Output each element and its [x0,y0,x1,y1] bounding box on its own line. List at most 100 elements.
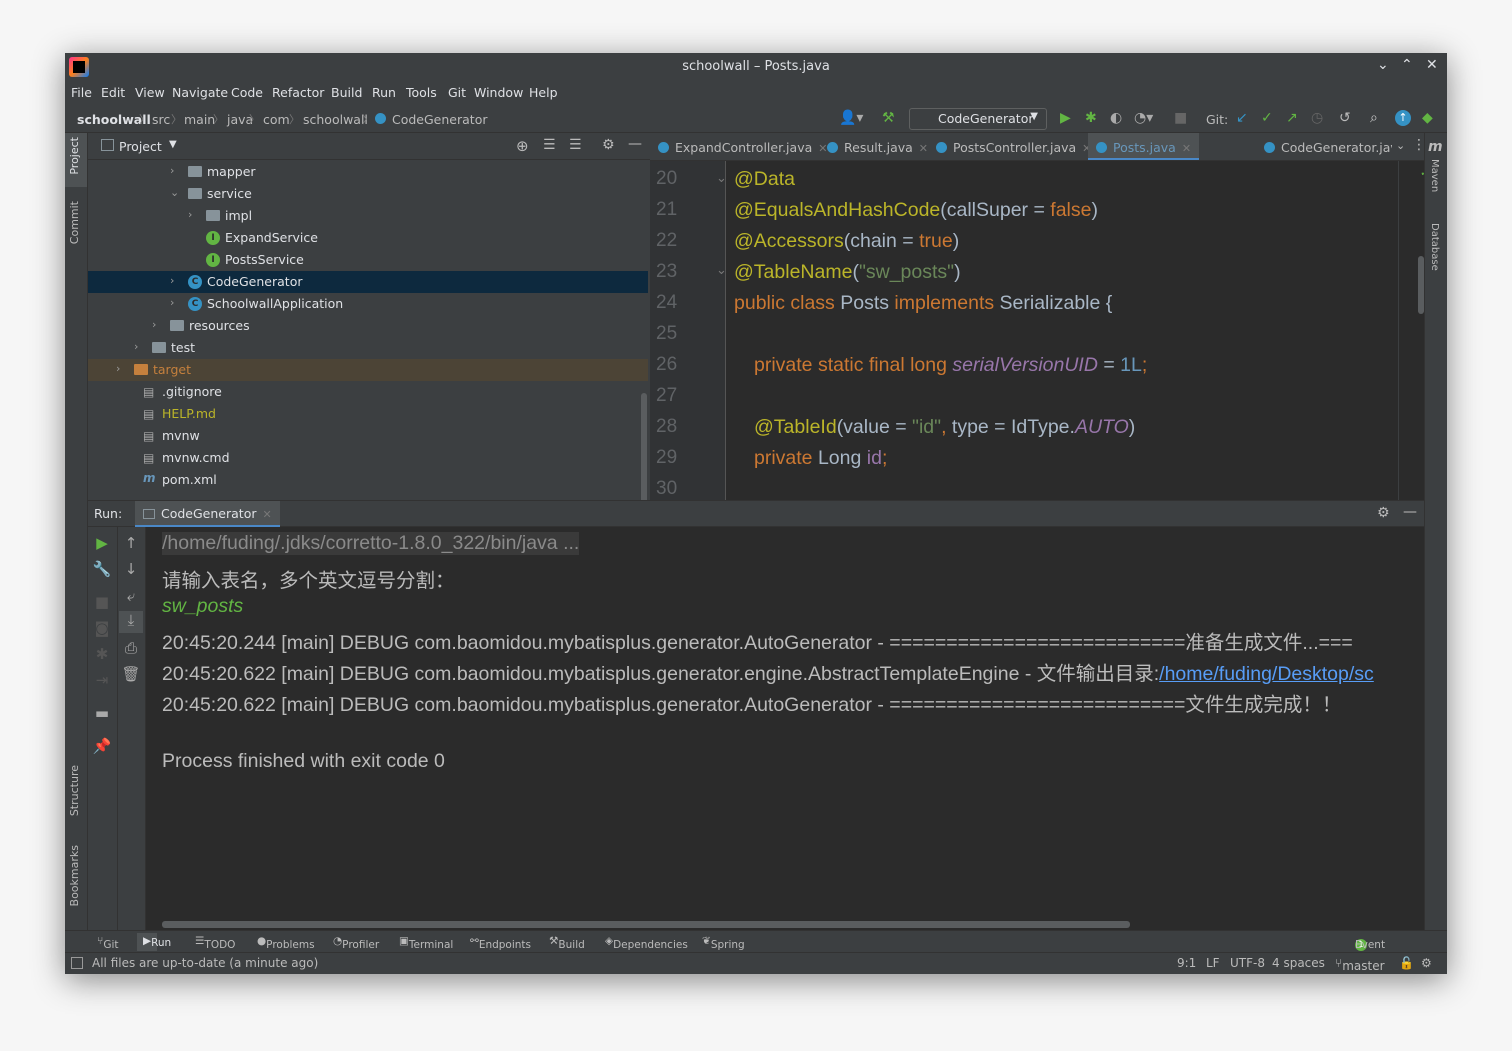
expand-all-icon[interactable]: ☰ [543,137,556,153]
fold-icon[interactable]: ⌄ [716,263,727,278]
menu-file[interactable]: File [71,85,92,100]
tree-item-gitignore[interactable]: ▤ .gitignore [88,381,648,403]
git-branch[interactable]: ⑂ master [1335,956,1385,973]
inspection-ok-icon[interactable]: ✓1 [1420,166,1424,179]
tree-item-resources[interactable]: › resources [88,315,648,337]
output-dir-link[interactable]: /home/fuding/Desktop/sc [1159,663,1374,685]
history-icon[interactable]: ◷ [1311,110,1323,126]
stop-icon[interactable]: ■ [92,593,112,611]
maximize-icon[interactable]: ⌃ [1401,57,1413,73]
soft-wrap-icon[interactable]: ⤶ [121,587,141,605]
breadcrumb-schoolwall[interactable]: schoolwall [303,112,368,127]
tree-item-test[interactable]: › test [88,337,648,359]
tree-item-help-md[interactable]: ▤ HELP.md [88,403,648,425]
file-encoding[interactable]: UTF-8 [1230,956,1265,970]
arrow-down-icon[interactable]: ↓ [121,560,141,578]
locate-icon[interactable]: ⊕ [516,137,529,155]
chevron-right-icon[interactable]: › [134,340,138,353]
line-separator[interactable]: LF [1206,956,1220,970]
database-tool-button[interactable]: Database [1429,223,1440,271]
debug-settings-icon[interactable]: ✱ [92,645,112,663]
structure-tool-button[interactable]: Structure [68,765,81,816]
trash-icon[interactable]: 🗑 [121,665,141,683]
tool-run[interactable]: ▶ Run [137,933,171,951]
build-hammer-icon[interactable]: ⚒ [882,110,895,126]
tool-dependencies[interactable]: ◈ Dependencies [605,935,688,951]
close-icon[interactable]: ✕ [919,142,928,155]
tree-item-expandservice[interactable]: I ExpandService [88,227,648,249]
plugin-icon[interactable]: ◆ [1422,110,1433,126]
gear-icon[interactable]: ⚙ [602,137,615,153]
git-update-icon[interactable]: ↙ [1236,110,1248,126]
chevron-right-icon[interactable]: › [188,208,192,221]
scroll-to-end-icon[interactable]: ⤓ [119,611,143,633]
debug-icon[interactable]: ✱ [1085,110,1097,126]
tab-result[interactable]: Result.java ✕ [827,133,928,160]
user-icon[interactable]: 👤▾ [839,110,863,126]
tool-profiler[interactable]: ◔ Profiler [333,935,379,951]
tree-item-impl[interactable]: › impl [88,205,648,227]
chevron-right-icon[interactable]: › [170,274,174,287]
tree-item-pom-xml[interactable]: m pom.xml [88,469,648,491]
run-tab-codegenerator[interactable]: CodeGenerator ✕ [135,501,280,528]
chevron-right-icon[interactable]: › [170,296,174,309]
caret-position[interactable]: 9:1 [1177,956,1196,970]
commit-tool-button[interactable]: Commit [68,201,81,244]
update-icon[interactable]: ↑ [1395,110,1411,126]
breadcrumb-codegenerator[interactable]: CodeGenerator [392,112,487,127]
chevron-down-icon[interactable]: ⌄ [170,186,179,199]
tool-problems[interactable]: ● Problems [257,935,315,951]
breadcrumb-com[interactable]: com [263,112,290,127]
run-configuration-select[interactable]: CodeGenerator ▼ [909,108,1047,130]
more-icon[interactable]: ⋮ [1410,137,1424,153]
tree-item-mvnw-cmd[interactable]: ▤ mvnw.cmd [88,447,648,469]
close-icon[interactable]: ✕ [1182,142,1191,155]
chevron-right-icon[interactable]: › [170,164,174,177]
project-tool-button[interactable]: Project [68,137,81,175]
tool-git[interactable]: ⑂ Git [97,935,118,951]
tab-posts[interactable]: Posts.java ✕ [1088,133,1200,160]
rerun-icon[interactable]: ▶ [92,534,112,552]
menu-help[interactable]: Help [529,85,558,100]
maven-tool-button[interactable]: Maven [1429,159,1440,192]
tree-item-mapper[interactable]: › mapper [88,161,648,183]
tree-item-mvnw[interactable]: ▤ mvnw [88,425,648,447]
camera-icon[interactable]: ◙ [92,619,112,637]
chevron-right-icon[interactable]: › [152,318,156,331]
menu-build[interactable]: Build [331,85,362,100]
pin-icon[interactable]: 📌 [92,737,112,755]
indent-setting[interactable]: 4 spaces [1272,956,1325,970]
tool-build[interactable]: ⚒ Build [549,935,585,951]
hide-icon[interactable]: — [628,136,642,152]
tree-item-codegenerator[interactable]: › C CodeGenerator [88,271,648,293]
editor-scrollbar[interactable] [1418,256,1424,314]
git-commit-icon[interactable]: ✓ [1261,110,1273,126]
toggle-tool-windows-icon[interactable] [71,957,83,969]
tree-item-schoolwallapplication[interactable]: › C SchoolwallApplication [88,293,648,315]
collapse-all-icon[interactable]: ☰ [569,137,582,153]
console-scrollbar[interactable] [162,921,1130,928]
run-icon[interactable]: ▶ [1060,110,1071,126]
tree-item-target[interactable]: › target [88,359,648,381]
menu-code[interactable]: Code [231,85,263,100]
fold-icon[interactable]: ⌄ [716,171,727,186]
search-icon[interactable]: ⌕ [1370,110,1378,126]
stop-icon[interactable]: ■ [1174,110,1187,126]
project-scrollbar[interactable] [641,393,647,500]
menu-edit[interactable]: Edit [101,85,125,100]
print-icon[interactable]: ⎙ [121,639,141,657]
menu-refactor[interactable]: Refactor [272,85,324,100]
minimize-icon[interactable]: ⌄ [1377,57,1389,73]
close-icon[interactable]: ✕ [262,508,271,521]
lock-icon[interactable]: 🔓 [1399,956,1414,970]
coverage-icon[interactable]: ◐ [1110,110,1122,126]
profile-icon[interactable]: ◔▾ [1134,110,1153,126]
layout-icon[interactable]: ▬ [92,704,112,722]
chevron-right-icon[interactable]: › [116,362,120,375]
memory-indicator-icon[interactable]: ⚙ [1421,956,1432,970]
breadcrumb-src[interactable]: src [152,112,170,127]
rollback-icon[interactable]: ↺ [1339,110,1351,126]
git-push-icon[interactable]: ↗ [1286,110,1298,126]
close-icon[interactable]: ✕ [1426,57,1438,73]
exit-icon[interactable]: ⇥ [92,671,112,689]
